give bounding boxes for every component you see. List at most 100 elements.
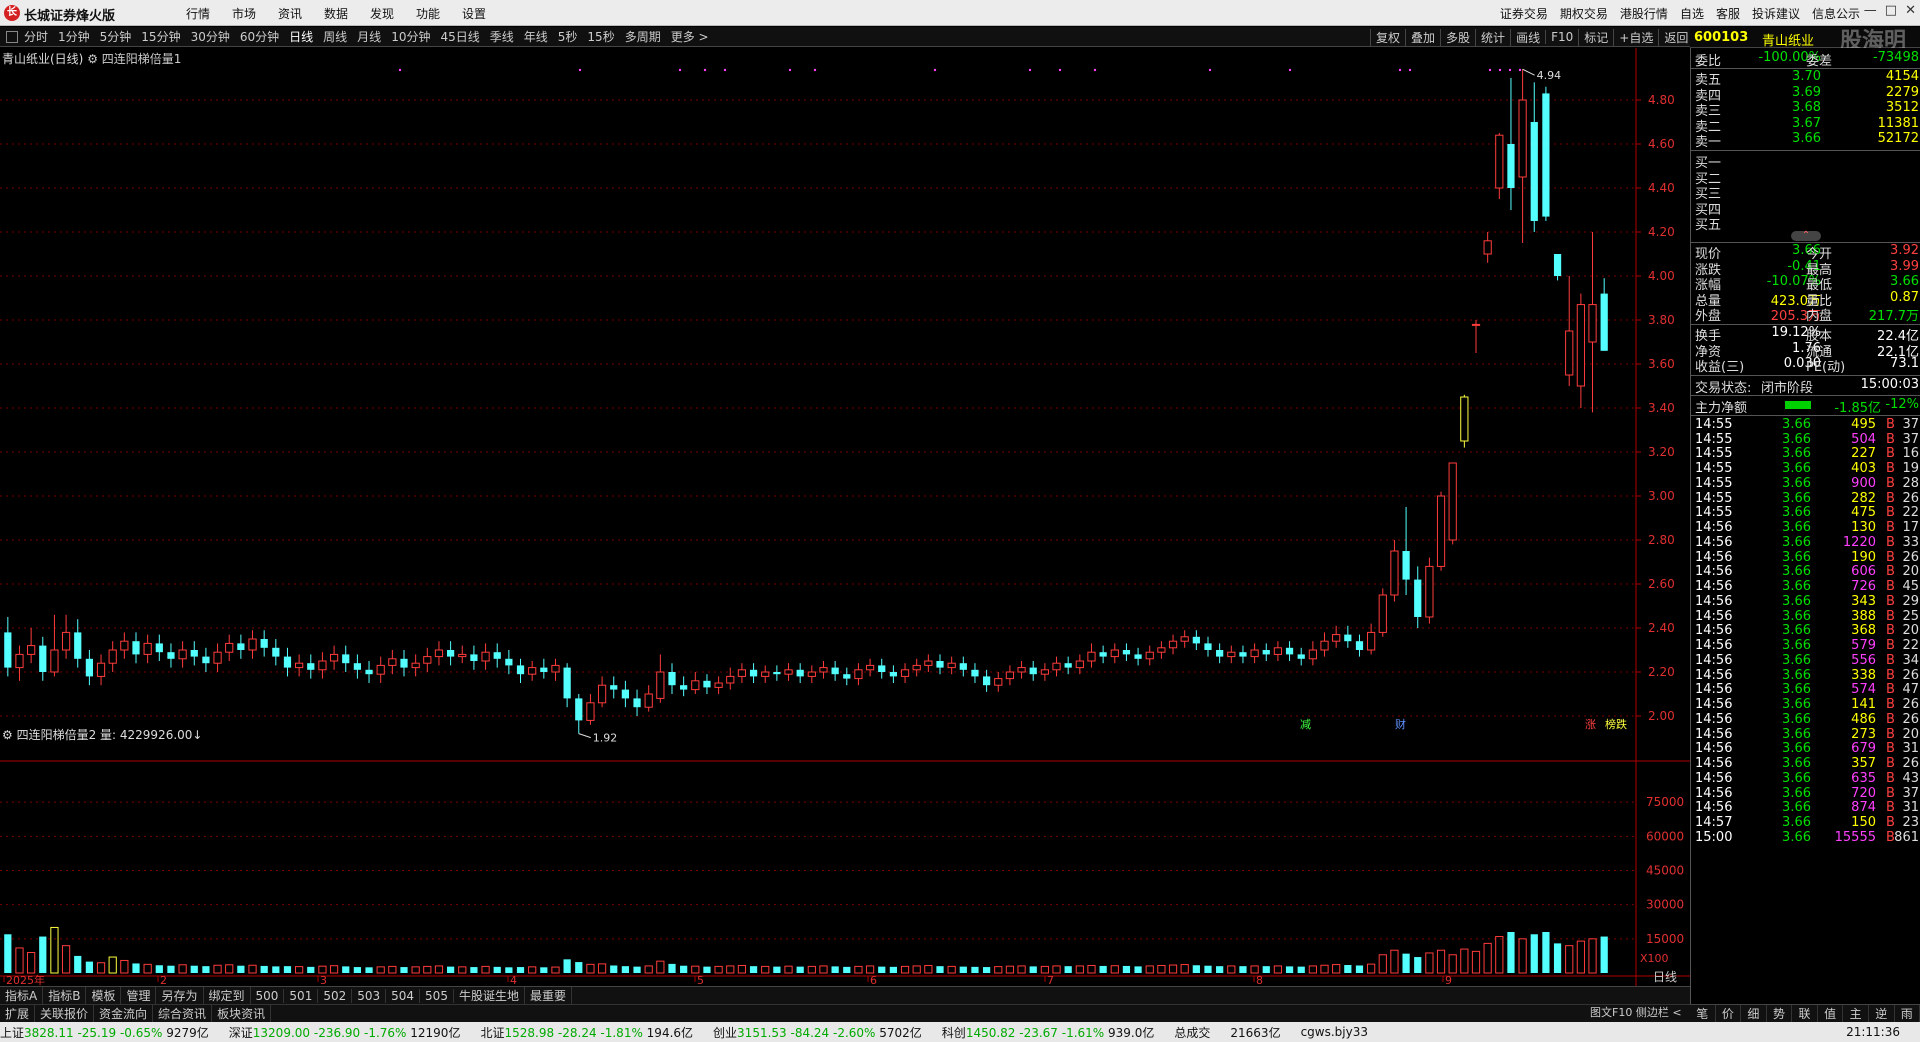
window-controls: — □ ✕: [1864, 3, 1916, 18]
period-tab-13[interactable]: 5秒: [558, 28, 578, 45]
tool-button-4[interactable]: 画线: [1510, 28, 1545, 46]
indicator-tab-11[interactable]: 505: [420, 988, 454, 1003]
candle-body: [50, 649, 59, 673]
tool-button-6[interactable]: 标记: [1578, 28, 1613, 46]
period-tab-1[interactable]: 1分钟: [58, 28, 90, 45]
menu-item-0[interactable]: 行情: [186, 5, 232, 22]
period-tab-2[interactable]: 5分钟: [100, 28, 132, 45]
index-quote-0[interactable]: 上证3828.11 -25.19 -0.65% 9279亿: [0, 1024, 209, 1041]
tick-time: 14:55: [1695, 431, 1733, 447]
indicator-tab-0[interactable]: 指标A: [0, 987, 44, 1004]
panel-tab-5[interactable]: 值: [1818, 1005, 1844, 1022]
volume-bar: [1553, 943, 1562, 973]
indicator-tab-6[interactable]: 500: [251, 988, 285, 1003]
right-menu-item-4[interactable]: 客服: [1716, 5, 1740, 22]
panel-tab-0[interactable]: 笔: [1690, 1005, 1716, 1022]
menu-item-4[interactable]: 发现: [370, 5, 416, 22]
volume-indicator[interactable]: 四连阳梯倍量2 量: 4229926.00: [17, 728, 193, 742]
close-icon[interactable]: ✕: [1905, 3, 1916, 18]
volume-unit: X100: [1640, 952, 1669, 965]
volume-bar: [1344, 965, 1352, 973]
right-menu-item-2[interactable]: 港股行情: [1620, 5, 1668, 22]
menu-item-3[interactable]: 数据: [324, 5, 370, 22]
minimize-icon[interactable]: —: [1864, 3, 1877, 18]
ext-tab-4[interactable]: 板块资讯: [212, 1005, 272, 1022]
tick-time: 14:56: [1695, 697, 1733, 713]
period-tab-12[interactable]: 年线: [524, 28, 548, 45]
panel-tab-8[interactable]: 雨: [1895, 1005, 1920, 1022]
menu-item-2[interactable]: 资讯: [278, 5, 324, 22]
period-tab-9[interactable]: 10分钟: [391, 28, 430, 45]
settings-icon[interactable]: ⚙: [87, 52, 102, 66]
ext-tab-1[interactable]: 关联报价: [35, 1005, 95, 1022]
panel-tab-6[interactable]: 主: [1843, 1005, 1869, 1022]
panel-tab-1[interactable]: 价: [1716, 1005, 1742, 1022]
tool-button-7[interactable]: +自选: [1613, 28, 1658, 46]
indicator-tab-4[interactable]: 另存为: [156, 987, 204, 1004]
ext-tab-2[interactable]: 资金流向: [94, 1005, 154, 1022]
period-tab-15[interactable]: 多周期: [625, 28, 661, 45]
ext-tab-0[interactable]: 扩展: [0, 1005, 36, 1022]
period-tab-16[interactable]: 更多 >: [671, 28, 709, 45]
period-label[interactable]: 日线: [1640, 968, 1690, 986]
right-menu-item-0[interactable]: 证券交易: [1500, 5, 1548, 22]
tool-button-5[interactable]: F10: [1545, 30, 1578, 44]
indicator-tab-7[interactable]: 501: [284, 988, 319, 1003]
indicator-tab-12[interactable]: 牛股诞生地: [454, 987, 525, 1004]
indicator-tab-1[interactable]: 指标B: [43, 987, 87, 1004]
indicator-tab-8[interactable]: 502: [318, 988, 353, 1003]
period-tab-10[interactable]: 45日线: [440, 28, 479, 45]
indicator-name[interactable]: 四连阳梯倍量1: [102, 52, 182, 66]
index-quote-3[interactable]: 创业3151.53 -84.24 -2.60% 5702亿: [713, 1024, 922, 1041]
signal-dot: [1508, 68, 1512, 72]
collapse-button[interactable]: ⌃: [1791, 231, 1821, 241]
menu-item-1[interactable]: 市场: [232, 5, 278, 22]
period-tab-4[interactable]: 30分钟: [191, 28, 230, 45]
side-buttons[interactable]: 图文F10 侧边栏 <: [1590, 1004, 1682, 1020]
volume-bar: [1157, 964, 1166, 974]
tick-side: B: [1886, 756, 1895, 772]
index-quote-1[interactable]: 深证13209.00 -236.90 -1.76% 12190亿: [229, 1024, 461, 1041]
right-menu-item-3[interactable]: 自选: [1680, 5, 1704, 22]
indicator-tab-13[interactable]: 最重要: [525, 987, 572, 1004]
period-tab-5[interactable]: 60分钟: [240, 28, 279, 45]
indicator-tab-9[interactable]: 503: [352, 988, 387, 1003]
tool-button-1[interactable]: 叠加: [1405, 28, 1440, 46]
index-quote-4[interactable]: 科创1450.82 -23.67 -1.61% 939.0亿: [942, 1024, 1155, 1041]
tool-button-3[interactable]: 统计: [1475, 28, 1510, 46]
panel-tab-3[interactable]: 势: [1767, 1005, 1793, 1022]
panel-tab-2[interactable]: 细: [1741, 1005, 1767, 1022]
tick-count: 26: [1902, 697, 1919, 713]
tool-button-8[interactable]: 返回: [1658, 28, 1693, 46]
period-tab-3[interactable]: 15分钟: [141, 28, 180, 45]
tool-button-0[interactable]: 复权: [1370, 28, 1405, 46]
indicator-tab-3[interactable]: 管理: [121, 987, 157, 1004]
indicator-tab-2[interactable]: 模板: [86, 987, 122, 1004]
volume-bar: [155, 965, 163, 973]
tick-count: 34: [1902, 652, 1919, 668]
period-tab-8[interactable]: 月线: [357, 28, 381, 45]
right-menu-item-5[interactable]: 投诉建议: [1752, 5, 1800, 22]
period-tab-11[interactable]: 季线: [490, 28, 514, 45]
stock-name[interactable]: 青山纸业: [1762, 30, 1814, 49]
right-menu-item-1[interactable]: 期权交易: [1560, 5, 1608, 22]
maximize-icon[interactable]: □: [1885, 3, 1897, 18]
index-quote-2[interactable]: 北证1528.98 -28.24 -1.81% 194.6亿: [480, 1024, 693, 1041]
layout-toggle-icon[interactable]: [6, 30, 18, 43]
panel-tab-4[interactable]: 联: [1792, 1005, 1818, 1022]
settings-icon[interactable]: ⚙: [2, 728, 17, 742]
period-tab-0[interactable]: 分时: [24, 28, 48, 45]
kline-chart[interactable]: 4.80 4.60 4.40 4.20 4.00 3.80 3.60 3.40 3.20 3.00…: [0, 48, 1690, 986]
ext-tab-3[interactable]: 综合资讯: [153, 1005, 213, 1022]
menu-item-6[interactable]: 设置: [462, 5, 508, 22]
tool-button-2[interactable]: 多股: [1440, 28, 1475, 46]
panel-tab-7[interactable]: 逆: [1869, 1005, 1895, 1022]
price-grid: [0, 48, 1690, 986]
menu-item-5[interactable]: 功能: [416, 5, 462, 22]
period-tab-6[interactable]: 日线: [289, 28, 313, 45]
indicator-tab-10[interactable]: 504: [386, 988, 421, 1003]
period-tab-7[interactable]: 周线: [323, 28, 347, 45]
period-tab-14[interactable]: 15秒: [587, 28, 614, 45]
right-menu-item-6[interactable]: 信息公示: [1812, 5, 1860, 22]
indicator-tab-5[interactable]: 绑定到: [204, 987, 251, 1004]
